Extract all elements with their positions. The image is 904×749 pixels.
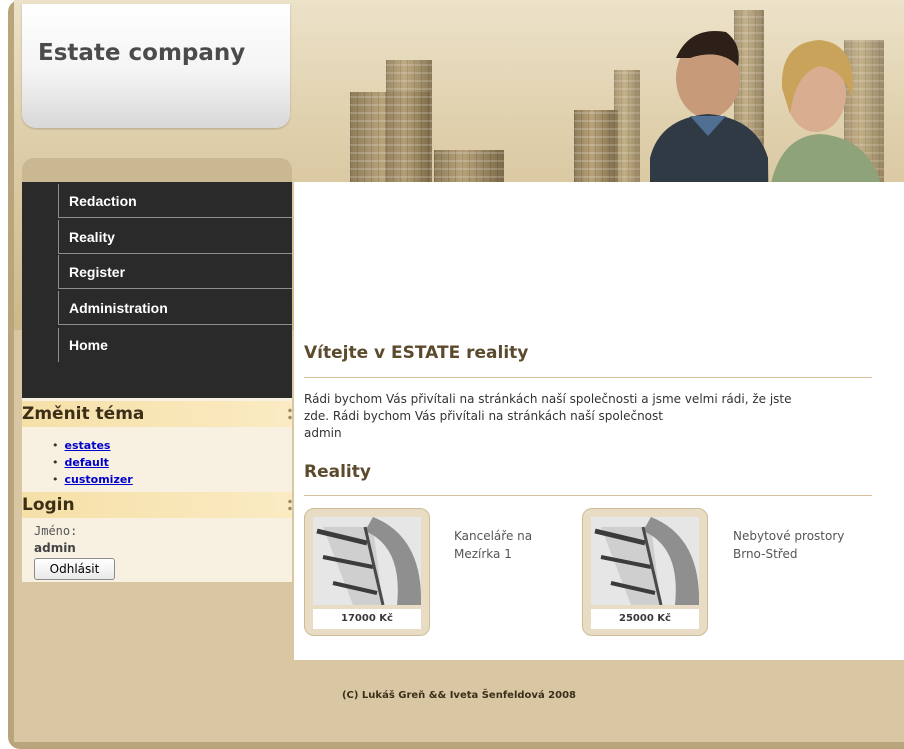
listing-price-2: 25000 Kč (591, 609, 699, 629)
nav-item-register[interactable]: Register (58, 255, 292, 289)
listing-title-2-line-1: Nebytové prostory (733, 529, 845, 543)
nav-item-home[interactable]: Home (58, 328, 292, 362)
listing-price-1: 17000 Kč (313, 609, 421, 629)
theme-link-estates[interactable]: estates (65, 439, 111, 452)
intro-line-2: zde. Rádi bychom Vás přivítali na stránk… (304, 409, 663, 423)
listing-title-1-line-1: Kanceláře na (454, 529, 533, 543)
listing-title-2-line-2: Brno-Střed (733, 547, 798, 561)
reality-heading: Reality (304, 462, 371, 482)
listing-title-1[interactable]: Kanceláře na Mezírka 1 (454, 527, 584, 563)
theme-item-customizer: customizer (52, 471, 133, 488)
reality-divider (304, 495, 872, 496)
listing-title-1-line-2: Mezírka 1 (454, 547, 512, 561)
theme-item-default: default (52, 454, 133, 471)
name-label: Jméno: (34, 524, 78, 538)
footer: (C) Lukáš Greň && Iveta Šenfeldová 2008 (14, 660, 904, 742)
logo-box: Estate company (22, 4, 290, 128)
dots-icon (288, 498, 292, 512)
intro-line-1: Rádi bychom Vás přivítali na stránkách n… (304, 392, 792, 406)
dots-icon (288, 407, 292, 421)
logout-button[interactable]: Odhlásit (34, 558, 115, 580)
listing-title-2[interactable]: Nebytové prostory Brno-Střed (733, 527, 863, 563)
listing-card-1[interactable]: 17000 Kč (304, 508, 430, 636)
login-panel-heading: Login (22, 492, 292, 518)
theme-heading-text: Změnit téma (22, 404, 145, 424)
welcome-heading: Vítejte v ESTATE reality (304, 343, 529, 363)
content-corner (294, 182, 324, 332)
theme-list: estates default customizer (52, 437, 133, 488)
footer-copyright: (C) Lukáš Greň && Iveta Šenfeldová 2008 (341, 690, 577, 701)
theme-link-customizer[interactable]: customizer (65, 473, 133, 486)
nav-item-reality[interactable]: Reality (58, 220, 292, 254)
nav-item-redaction[interactable]: Redaction (58, 184, 292, 218)
theme-item-estates: estates (52, 437, 133, 454)
intro-line-3: admin (304, 426, 342, 440)
listing-photo-2 (591, 517, 699, 605)
name-value: admin (34, 541, 76, 555)
intro-text: Rádi bychom Vás přivítali na stránkách n… (304, 391, 870, 442)
listing-photo-1 (313, 517, 421, 605)
theme-panel-heading: Změnit téma (22, 401, 292, 427)
nav-top-cap (22, 158, 292, 184)
welcome-divider (304, 377, 872, 378)
listing-card-2[interactable]: 25000 Kč (582, 508, 708, 636)
site-logo[interactable]: Estate company (38, 40, 245, 66)
theme-link-default[interactable]: default (65, 456, 109, 469)
nav-item-administration[interactable]: Administration (58, 291, 292, 325)
login-heading-text: Login (22, 495, 75, 515)
main-nav: Redaction Reality Register Administratio… (22, 182, 292, 398)
